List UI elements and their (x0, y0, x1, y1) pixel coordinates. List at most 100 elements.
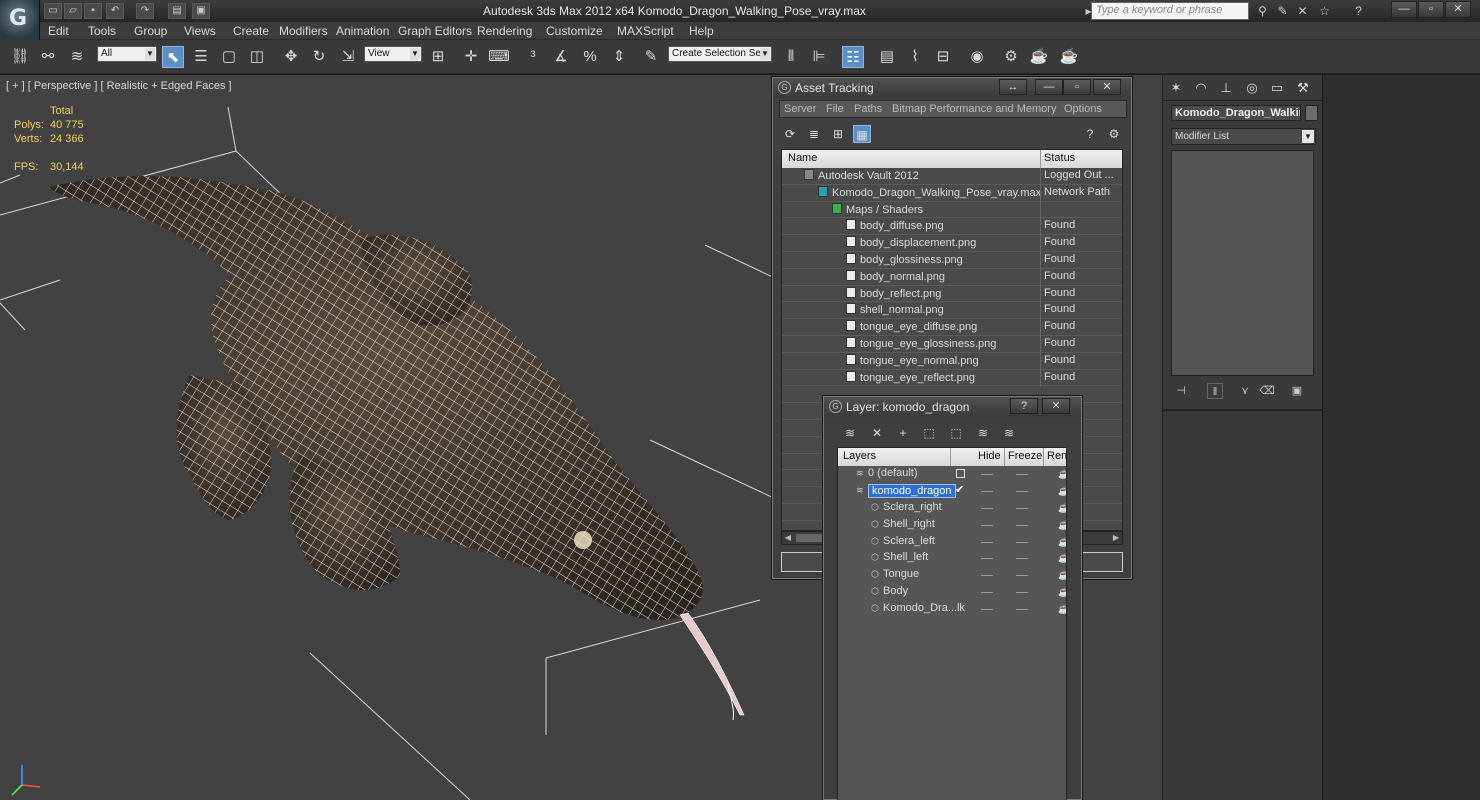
pivot-center-icon[interactable]: ⊞ (427, 46, 449, 68)
modify-tab-icon[interactable]: ◠ (1192, 79, 1210, 97)
menu-graph-editors[interactable]: Graph Editors (398, 24, 472, 38)
layer-row-name[interactable]: Body (883, 585, 908, 597)
freeze-toggle[interactable] (1016, 609, 1028, 611)
hold-icon[interactable]: ▤ (168, 3, 186, 19)
layer-close-button[interactable]: ✕ (1042, 398, 1070, 414)
render-setup-icon[interactable]: ⚙ (1000, 46, 1022, 68)
select-by-name-icon[interactable]: ☰ (190, 46, 212, 68)
asset-row[interactable]: tongue_eye_normal.png Found (782, 352, 1122, 370)
render-teapot-icon[interactable]: ☕ (1058, 486, 1066, 496)
render-teapot-icon[interactable]: ☕ (1058, 503, 1066, 513)
show-end-result-icon[interactable]: ‖ (1207, 383, 1223, 399)
menu-maxscript[interactable]: MAXScript (617, 24, 674, 38)
redo-icon[interactable]: ↷ (136, 3, 154, 19)
named-selection-sets-dropdown[interactable]: Create Selection Se ▼ (668, 46, 772, 62)
scroll-thumb[interactable] (796, 534, 826, 542)
object-name-field[interactable]: Komodo_Dragon_Walkin (1171, 105, 1301, 121)
schematic-view-icon[interactable]: ⊟ (932, 46, 954, 68)
layer-row[interactable]: ⬡ Sclera_left ☕ (838, 534, 1066, 551)
open-file-icon[interactable]: ▱ (64, 3, 82, 19)
project-folder-icon[interactable]: ▣ (192, 3, 210, 19)
dock-icon[interactable]: ↔ (999, 79, 1027, 95)
tree-view-icon[interactable]: ⊞ (829, 125, 847, 143)
app-logo[interactable]: G (0, 0, 40, 40)
column-freeze-header[interactable]: Freeze (1008, 450, 1042, 462)
remove-modifier-icon[interactable]: ⌫ (1259, 383, 1275, 399)
menu-rendering[interactable]: Rendering (477, 24, 532, 38)
modifier-list-dropdown[interactable]: Modifier List ▼ (1171, 128, 1316, 145)
object-color-swatch[interactable] (1305, 105, 1318, 121)
snaps-toggle-icon[interactable]: ³ (522, 46, 544, 68)
menu-edit[interactable]: Edit (48, 24, 69, 38)
save-file-icon[interactable]: ▪ (84, 3, 102, 19)
column-name-header[interactable]: Name (788, 152, 817, 164)
asset-minimize-button[interactable]: — (1035, 79, 1063, 95)
mirror-icon[interactable]: ⫴ (780, 46, 802, 68)
freeze-unfreeze-all-layers-icon[interactable]: ≋ (999, 424, 1019, 442)
hide-toggle[interactable] (981, 609, 993, 611)
column-hide-header[interactable]: Hide (978, 450, 1001, 462)
modifier-stack[interactable] (1171, 150, 1314, 376)
asset-row[interactable]: shell_normal.png Found (782, 302, 1122, 320)
motion-tab-icon[interactable]: ◎ (1243, 79, 1261, 97)
asset-close-button[interactable]: ✕ (1093, 79, 1121, 95)
delete-layer-icon[interactable]: ✕ (867, 424, 887, 442)
layer-row[interactable]: ⬡ Komodo_Dra...lk ☕ (838, 601, 1066, 618)
communication-center-icon[interactable]: ✕ (1294, 3, 1311, 19)
layer-row[interactable]: ≋ komodo_dragon✔ ☕ (838, 483, 1066, 500)
asset-row[interactable]: Maps / Shaders (782, 201, 1122, 219)
hide-toggle[interactable] (981, 592, 993, 594)
hide-toggle[interactable] (981, 575, 993, 577)
spinner-snap-icon[interactable]: ⇕ (608, 46, 630, 68)
rendered-frame-window-icon[interactable]: ☕ (1028, 46, 1050, 68)
select-highlighted-objects-icon[interactable]: ⬚ (919, 424, 939, 442)
render-production-icon[interactable]: ☕ (1058, 46, 1080, 68)
column-render-header[interactable]: Ren (1047, 450, 1066, 462)
select-and-scale-icon[interactable]: ⇲ (337, 46, 359, 68)
layer-titlebar[interactable]: G Layer: komodo_dragon ? ✕ (824, 397, 1081, 417)
material-editor-icon[interactable]: ◉ (966, 46, 988, 68)
hide-unhide-all-layers-icon[interactable]: ≋ (973, 424, 993, 442)
configure-modifier-sets-icon[interactable]: ▣ (1289, 383, 1305, 399)
hide-toggle[interactable] (981, 474, 993, 475)
binoculars-icon[interactable]: ⚲ (1254, 3, 1271, 19)
komodo-dragon-mesh[interactable] (50, 176, 745, 721)
viewport-label[interactable]: [ + ] [ Perspective ] [ Realistic + Edge… (6, 80, 232, 92)
freeze-toggle[interactable] (1016, 541, 1028, 543)
selection-filter-dropdown[interactable]: All ▼ (97, 46, 157, 62)
help-icon[interactable]: ? (1350, 3, 1367, 19)
freeze-toggle[interactable] (1016, 524, 1028, 526)
render-teapot-icon[interactable]: ☕ (1058, 604, 1066, 614)
asset-help-icon[interactable]: ? (1081, 125, 1099, 143)
asset-row[interactable]: tongue_eye_glossiness.png Found (782, 335, 1122, 353)
layer-row-name[interactable]: 0 (default) (868, 467, 918, 479)
asset-row[interactable]: body_normal.png Found (782, 268, 1122, 286)
bind-to-space-warp-icon[interactable]: ≋ (66, 46, 88, 68)
render-teapot-icon[interactable]: ☕ (1058, 537, 1066, 547)
rectangular-selection-icon[interactable]: ▢ (218, 46, 240, 68)
layer-row-name[interactable]: komodo_dragon (868, 483, 956, 498)
new-file-icon[interactable]: ▭ (44, 3, 62, 19)
subscription-icon[interactable]: ✎ (1274, 3, 1291, 19)
asset-row[interactable]: Autodesk Vault 2012 Logged Out ... (782, 168, 1122, 185)
layer-row[interactable]: ⬡ Shell_left ☕ (838, 550, 1066, 567)
asset-row[interactable]: body_displacement.png Found (782, 235, 1122, 253)
undo-icon[interactable]: ↶ (106, 3, 124, 19)
search-input[interactable]: Type a keyword or phrase (1091, 2, 1249, 20)
render-teapot-icon[interactable]: ☕ (1058, 469, 1066, 479)
menu-help[interactable]: Help (689, 24, 714, 38)
render-teapot-icon[interactable]: ☕ (1058, 520, 1066, 530)
select-and-move-icon[interactable]: ✥ (280, 46, 302, 68)
select-and-manipulate-icon[interactable]: ✛ (460, 46, 482, 68)
layer-row[interactable]: ⬡ Sclera_right ☕ (838, 500, 1066, 517)
hide-toggle[interactable] (981, 541, 993, 543)
render-teapot-icon[interactable]: ☕ (1058, 587, 1066, 597)
asset-row[interactable]: tongue_eye_diffuse.png Found (782, 319, 1122, 337)
layer-row[interactable]: ⬡ Body ☕ (838, 584, 1066, 601)
asset-menu-paths[interactable]: Paths (854, 103, 882, 115)
scroll-left-icon[interactable]: ◀ (782, 532, 794, 544)
create-new-layer-icon[interactable]: ≋ (840, 424, 860, 442)
layer-help-button[interactable]: ? (1010, 398, 1038, 414)
render-teapot-icon[interactable]: ☕ (1058, 570, 1066, 580)
layer-manager-icon[interactable]: ☷ (842, 46, 864, 68)
